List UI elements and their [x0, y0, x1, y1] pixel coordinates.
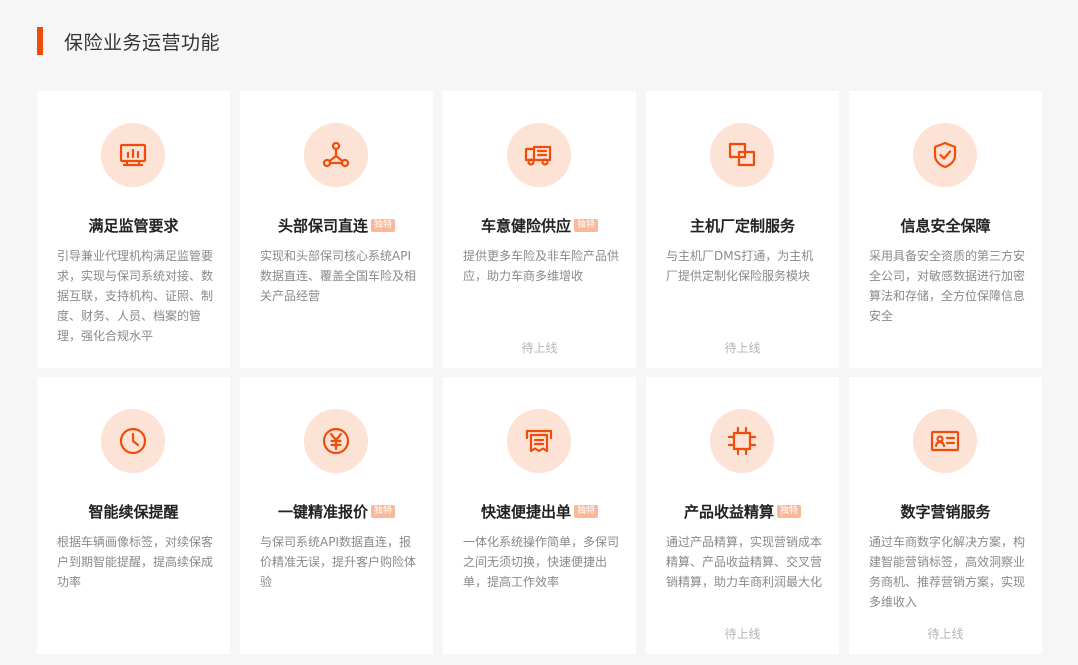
card-description: 根据车辆画像标签，对续保客户到期智能提醒，提高续保成功率	[57, 535, 214, 589]
card-title-row: 主机厂定制服务	[646, 214, 839, 236]
card-title-row: 智能续保提醒	[37, 500, 230, 522]
feature-card-one-click-quote: 一键精准报价 独特 与保司系统API数据直连，报价精准无误，提升客户购险体验	[240, 377, 433, 654]
shield-check-icon	[913, 123, 977, 187]
feature-card-info-security: 信息安全保障 采用具备安全资质的第三方安全公司，对敏感数据进行加密算法和存储，全…	[849, 91, 1042, 368]
coming-soon-status: 待上线	[724, 341, 761, 355]
card-title-row: 车意健险供应 独特	[443, 214, 636, 236]
coming-soon-status: 待上线	[521, 341, 558, 355]
unique-badge: 独特	[574, 504, 599, 518]
unique-badge: 独特	[371, 504, 396, 518]
section-title: 保险业务运营功能	[64, 31, 221, 54]
card-title: 满足监管要求	[88, 216, 179, 235]
monitor-chart-icon	[101, 123, 165, 187]
card-description: 通过车商数字化解决方案，构建智能营销标签，高效洞察业务商机、推荐营销方案，实现多…	[869, 535, 1026, 609]
feature-card-renewal-reminder: 智能续保提醒 根据车辆画像标签，对续保客户到期智能提醒，提高续保成功率	[37, 377, 230, 654]
card-description: 与保司系统API数据直连，报价精准无误，提升客户购险体验	[260, 535, 417, 589]
card-description: 提供更多车险及非车险产品供应，助力车商多维增收	[463, 249, 620, 283]
id-card-icon	[913, 409, 977, 473]
card-title-row: 满足监管要求	[37, 214, 230, 236]
section-header: 保险业务运营功能	[37, 27, 220, 55]
feature-card-regulatory: 满足监管要求 引导兼业代理机构满足监管要求，实现与保司系统对接、数据互联，支持机…	[37, 91, 230, 368]
unique-badge: 独特	[777, 504, 802, 518]
network-nodes-icon	[304, 123, 368, 187]
feature-card-insurer-direct: 头部保司直连 独特 实现和头部保司核心系统API数据直连、覆盖全国车险及相关产品…	[240, 91, 433, 368]
feature-card-insurance-supply: 车意健险供应 独特 提供更多车险及非车险产品供应，助力车商多维增收 待上线	[443, 91, 636, 368]
card-description: 实现和头部保司核心系统API数据直连、覆盖全国车险及相关产品经营	[260, 249, 417, 303]
truck-icon	[507, 123, 571, 187]
feature-card-digital-marketing: 数字营销服务 通过车商数字化解决方案，构建智能营销标签，高效洞察业务商机、推荐营…	[849, 377, 1042, 654]
card-title: 快速便捷出单	[480, 502, 571, 521]
yen-coin-icon	[304, 409, 368, 473]
card-title: 主机厂定制服务	[689, 216, 795, 235]
card-title-row: 一键精准报价 独特	[240, 500, 433, 522]
card-title: 一键精准报价	[277, 502, 368, 521]
card-description: 一体化系统操作简单，多保司之间无须切换，快速便捷出单，提高工作效率	[463, 535, 620, 589]
receipt-printer-icon	[507, 409, 571, 473]
card-description: 与主机厂DMS打通，为主机厂提供定制化保险服务模块	[666, 249, 814, 283]
card-description: 引导兼业代理机构满足监管要求，实现与保司系统对接、数据互联，支持机构、证照、制度…	[57, 249, 214, 343]
feature-card-oem-custom: 主机厂定制服务 与主机厂DMS打通，为主机厂提供定制化保险服务模块 待上线	[646, 91, 839, 368]
feature-card-product-actuarial: 产品收益精算 独特 通过产品精算，实现营销成本精算、产品收益精算、交叉营销精算，…	[646, 377, 839, 654]
card-title-row: 头部保司直连 独特	[240, 214, 433, 236]
coming-soon-status: 待上线	[927, 627, 964, 641]
crop-frame-icon	[710, 409, 774, 473]
feature-card-fast-issuance: 快速便捷出单 独特 一体化系统操作简单，多保司之间无须切换，快速便捷出单，提高工…	[443, 377, 636, 654]
unique-badge: 独特	[371, 218, 396, 232]
unique-badge: 独特	[574, 218, 599, 232]
card-description: 采用具备安全资质的第三方安全公司，对敏感数据进行加密算法和存储，全方位保障信息安…	[869, 249, 1026, 323]
card-title-row: 快速便捷出单 独特	[443, 500, 636, 522]
card-title: 车意健险供应	[480, 216, 571, 235]
overlapping-squares-icon	[710, 123, 774, 187]
card-title-row: 数字营销服务	[849, 500, 1042, 522]
card-title: 智能续保提醒	[88, 502, 179, 521]
card-description: 通过产品精算，实现营销成本精算、产品收益精算、交叉营销精算，助力车商利润最大化	[666, 535, 823, 589]
feature-grid: 满足监管要求 引导兼业代理机构满足监管要求，实现与保司系统对接、数据互联，支持机…	[37, 91, 1042, 654]
card-title: 头部保司直连	[277, 216, 368, 235]
card-title: 产品收益精算	[683, 502, 774, 521]
card-title: 信息安全保障	[900, 216, 991, 235]
card-title-row: 产品收益精算 独特	[646, 500, 839, 522]
clock-icon	[101, 409, 165, 473]
coming-soon-status: 待上线	[724, 627, 761, 641]
section-accent-bar	[37, 27, 43, 55]
card-title: 数字营销服务	[900, 502, 991, 521]
card-title-row: 信息安全保障	[849, 214, 1042, 236]
